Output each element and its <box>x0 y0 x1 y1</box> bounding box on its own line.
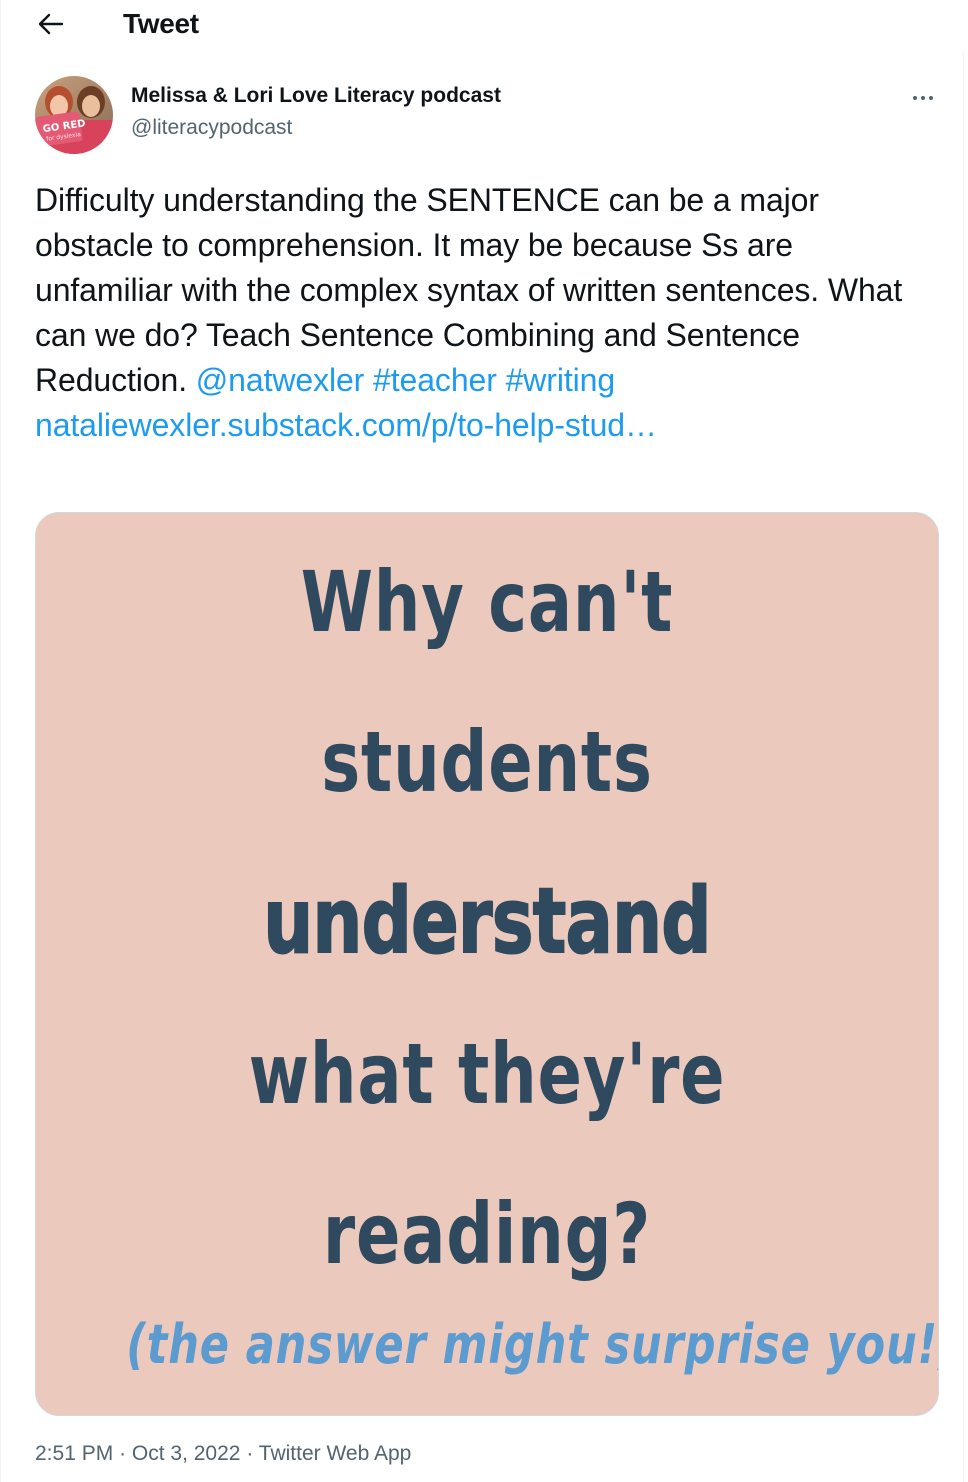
tweet-date[interactable]: Oct 3, 2022 <box>132 1442 241 1465</box>
hashtag-link[interactable]: #teacher <box>373 362 497 398</box>
meta-separator: · <box>246 1442 254 1465</box>
more-horizontal-icon-dot <box>929 96 933 100</box>
author-handle[interactable]: @literacypodcast <box>131 114 292 142</box>
external-link[interactable]: nataliewexler.substack.com/p/to-help-stu… <box>35 407 657 443</box>
media-line: students <box>321 713 653 811</box>
more-horizontal-icon-dot <box>921 96 925 100</box>
tweet-meta: 2:51 PM · Oct 3, 2022 · Twitter Web App <box>35 1440 411 1468</box>
page-title: Tweet <box>123 8 199 39</box>
page-header: Tweet <box>1 0 965 52</box>
avatar[interactable]: GO RED for dyslexia <box>35 76 113 154</box>
tweet-text: Difficulty understanding the SENTENCE ca… <box>35 178 915 448</box>
mention-link[interactable]: @natwexler <box>196 362 365 398</box>
media-line: Why can't <box>300 553 674 651</box>
tweet-time[interactable]: 2:51 PM <box>35 1442 113 1465</box>
meta-separator: · <box>119 1442 127 1465</box>
more-horizontal-icon-dot <box>913 96 917 100</box>
tweet-media-image[interactable]: Why can't students understand what they'… <box>35 512 939 1416</box>
arrow-left-icon <box>38 13 64 35</box>
more-options-button[interactable] <box>903 84 943 112</box>
back-button[interactable] <box>31 6 71 42</box>
tweet-source: Twitter Web App <box>258 1442 412 1465</box>
tweet-page: Tweet GO RED for dyslexia Melissa & Lori… <box>0 0 965 1482</box>
hashtag-link[interactable]: #writing <box>506 362 616 398</box>
media-line: what they're <box>248 1025 726 1123</box>
media-line: reading? <box>322 1185 652 1283</box>
media-subtitle: (the answer might surprise you!) <box>126 1313 939 1376</box>
media-line-emphasis: understand <box>262 868 712 975</box>
avatar-photo: GO RED for dyslexia <box>35 76 113 154</box>
author-name[interactable]: Melissa & Lori Love Literacy podcast <box>131 82 501 110</box>
